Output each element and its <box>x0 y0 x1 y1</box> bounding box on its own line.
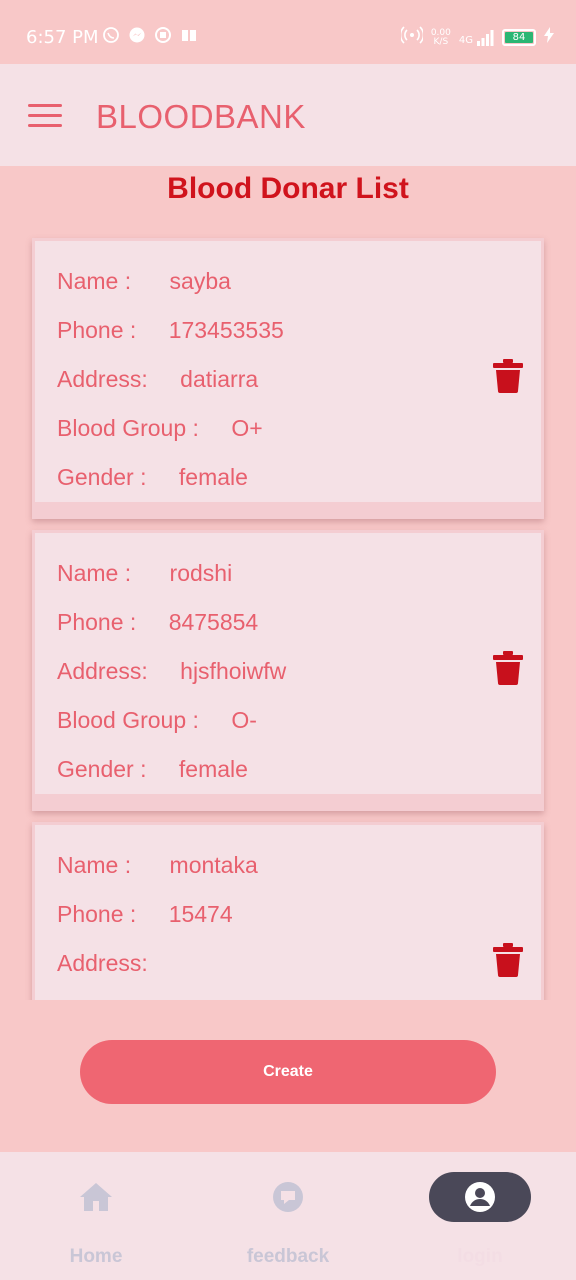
blood-group-label: Blood Group : <box>57 707 199 733</box>
donor-name-row: Name : sayba <box>57 257 541 306</box>
donor-card: Name : montaka Phone : 15474 Address: Bl… <box>32 822 544 1000</box>
blood-group-label: Blood Group : <box>57 415 199 441</box>
donor-phone: 8475854 <box>168 609 259 635</box>
donor-card: Name : sayba Phone : 173453535 Address: … <box>32 238 544 519</box>
donor-blood-group: O+ <box>231 415 263 441</box>
phone-label: Phone : <box>57 317 137 343</box>
donor-blood-group-row: Blood Group : O+ <box>57 404 541 453</box>
app-notification-icon <box>154 26 172 44</box>
book-icon <box>180 26 198 44</box>
donor-address-row: Address: <box>57 939 541 988</box>
blood-group-label: Blood Group : <box>57 988 199 1000</box>
delete-icon[interactable] <box>493 359 523 393</box>
nav-label-feedback: feedback <box>246 1246 330 1267</box>
donor-blood-group-row: Blood Group : O- <box>57 696 541 745</box>
net-speed: 0.00 K/S <box>431 28 451 47</box>
name-label: Name : <box>57 560 132 586</box>
app-title: BLOODBANK <box>96 98 306 135</box>
phone-label: Phone : <box>57 609 137 635</box>
donor-name: rodshi <box>169 560 233 586</box>
donor-address-row: Address: datiarra <box>57 355 541 404</box>
donor-name: sayba <box>169 268 231 294</box>
donor-list[interactable]: Name : sayba Phone : 173453535 Address: … <box>0 222 576 1000</box>
gender-label: Gender : <box>57 756 147 782</box>
create-button[interactable]: Create <box>80 1040 496 1104</box>
page-title: Blood Donar List <box>167 172 409 205</box>
nav-item-home[interactable]: Home <box>31 1172 161 1268</box>
donor-phone: 173453535 <box>168 317 284 343</box>
address-label: Address: <box>57 950 148 976</box>
feedback-icon <box>223 1172 353 1222</box>
phone-label: Phone : <box>57 901 137 927</box>
nav-pill <box>415 1172 545 1222</box>
donor-name-row: Name : rodshi <box>57 549 541 598</box>
donor-gender-row: Gender : female <box>57 453 541 502</box>
signal-icon: 4G <box>458 29 494 46</box>
status-time: 6:57 PM <box>26 27 99 48</box>
donor-address-row: Address: hjsfhoiwfw <box>57 647 541 696</box>
donor-phone-row: Phone : 8475854 <box>57 598 541 647</box>
create-area: Create <box>0 1000 576 1152</box>
address-label: Address: <box>57 658 148 684</box>
nav-label-home: Home <box>69 1246 123 1267</box>
status-right: 0.00 K/S 4G 84 <box>399 26 554 49</box>
charging-icon <box>544 27 554 48</box>
donor-address: datiarra <box>180 366 259 392</box>
donor-address: hjsfhoiwfw <box>180 658 287 684</box>
messenger-icon <box>128 26 146 44</box>
donor-gender: female <box>178 464 248 490</box>
donor-card: Name : rodshi Phone : 8475854 Address: h… <box>32 530 544 811</box>
donor-blood-group: O- <box>231 707 257 733</box>
gender-label: Gender : <box>57 464 147 490</box>
donor-gender: female <box>178 756 248 782</box>
network-type: 4G <box>458 34 473 46</box>
name-label: Name : <box>57 852 132 878</box>
whatsapp-icon <box>102 26 120 44</box>
delete-icon[interactable] <box>493 651 523 685</box>
app-bar: BLOODBANK <box>0 64 576 166</box>
status-bar: 6:57 PM 0.00 K/S 4G 84 <box>0 0 576 64</box>
hotspot-icon <box>399 26 425 49</box>
address-label: Address: <box>57 366 148 392</box>
donor-name: montaka <box>169 852 258 878</box>
battery-icon: 84 <box>502 29 536 46</box>
name-label: Name : <box>57 268 132 294</box>
donor-phone-row: Phone : 15474 <box>57 890 541 939</box>
donor-phone: 15474 <box>168 901 233 927</box>
battery-level: 84 <box>505 32 533 43</box>
net-speed-unit: K/S <box>433 36 449 47</box>
home-icon <box>31 1172 161 1222</box>
hamburger-menu-icon[interactable] <box>28 104 62 128</box>
donor-phone-row: Phone : 173453535 <box>57 306 541 355</box>
delete-icon[interactable] <box>493 943 523 977</box>
donor-gender-row: Gender : female <box>57 745 541 794</box>
donor-blood-group-row: Blood Group : <box>57 988 541 1000</box>
nav-item-feedback[interactable]: feedback <box>223 1172 353 1268</box>
nav-label-login: login <box>457 1246 503 1267</box>
donor-name-row: Name : montaka <box>57 841 541 890</box>
account-circle-icon <box>429 1172 531 1222</box>
nav-item-login[interactable]: login <box>415 1172 545 1268</box>
notification-icons <box>102 26 198 44</box>
bottom-navigation: Home feedback login <box>0 1152 576 1280</box>
